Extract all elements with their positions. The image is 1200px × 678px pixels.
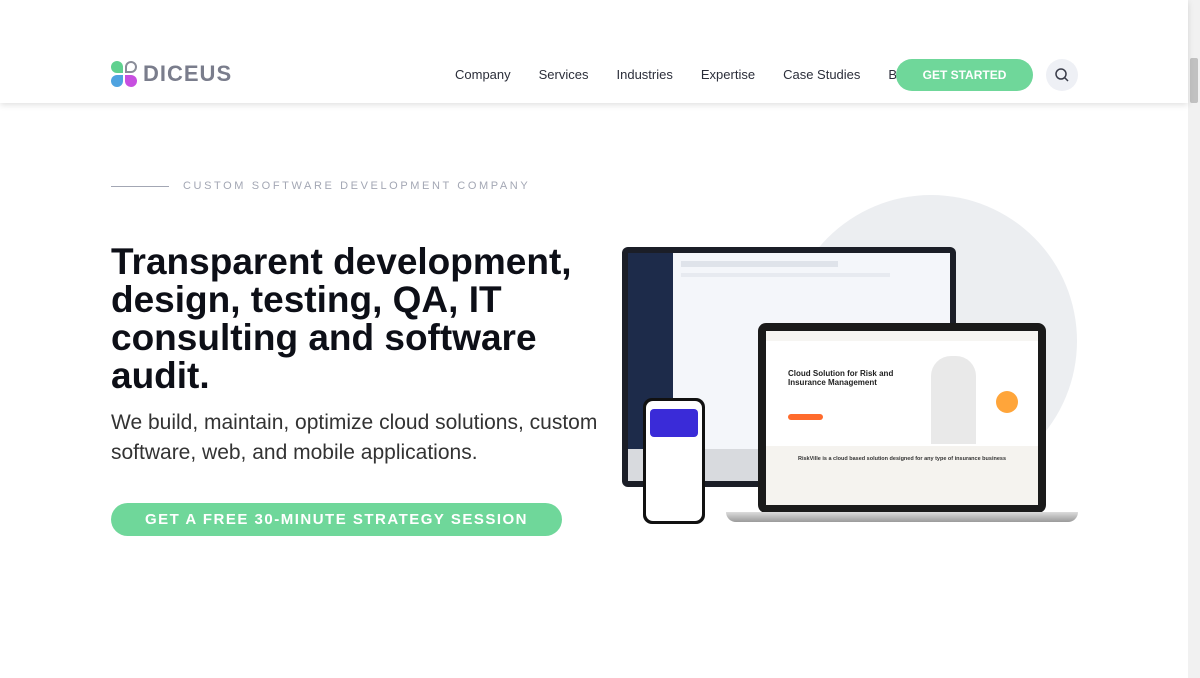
nav-industries[interactable]: Industries [617,67,673,82]
main-nav: Company Services Industries Expertise Ca… [455,67,914,82]
nav-company[interactable]: Company [455,67,511,82]
logo-mark-icon [111,61,137,87]
site-header: DICEUS Company Services Industries Exper… [0,0,1188,103]
logo[interactable]: DICEUS [111,61,232,87]
hero-subtitle: We build, maintain, optimize cloud solut… [111,411,598,464]
nav-expertise[interactable]: Expertise [701,67,755,82]
divider [111,185,169,187]
get-started-button[interactable]: GET STARTED [896,59,1033,91]
scrollbar[interactable] [1188,0,1200,678]
eyebrow-text: CUSTOM SOFTWARE DEVELOPMENT COMPANY [183,180,531,192]
search-icon [1055,68,1069,82]
strategy-session-button[interactable]: GET A FREE 30-MINUTE STRATEGY SESSION [111,503,562,536]
phone-mockup [643,398,705,524]
scrollbar-thumb[interactable] [1190,58,1198,103]
nav-services[interactable]: Services [539,67,589,82]
laptop-band-text: RiskVille is a cloud based solution desi… [797,456,1007,462]
search-button[interactable] [1046,59,1078,91]
logo-text: DICEUS [143,61,233,86]
laptop-mockup: Cloud Solution for Risk and Insurance Ma… [758,323,1046,513]
laptop-screen-title: Cloud Solution for Risk and Insurance Ma… [788,369,894,387]
hero-title: Transparent development, design, testing… [111,241,572,396]
nav-case-studies[interactable]: Case Studies [783,67,860,82]
laptop-base [726,512,1078,522]
hero-eyebrow: CUSTOM SOFTWARE DEVELOPMENT COMPANY [111,180,530,192]
